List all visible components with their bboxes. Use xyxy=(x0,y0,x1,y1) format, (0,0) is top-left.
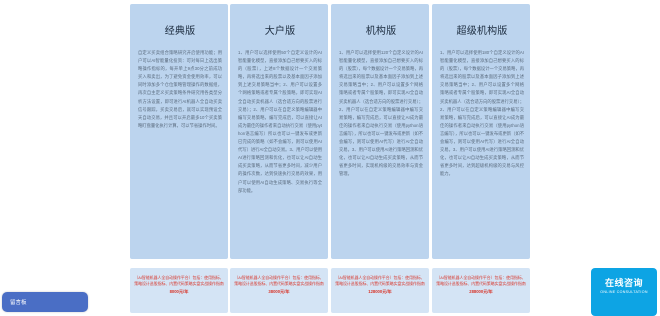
pricing-plans: 经典版 自定义买卖组合策略研究开启使用功能；用户可以AI智能量化投资：可对每日上… xyxy=(0,0,660,313)
plan-card: 超级机构版 1、用户可以选择使用180个自定义设计的AI智能量化模型，直接添加自… xyxy=(432,4,530,259)
plan-price: 288000元/年 xyxy=(469,289,493,295)
message-board-button[interactable]: 留言板 xyxy=(2,292,88,312)
consultation-title: 在线咨询 xyxy=(604,278,643,288)
plan-card: 经典版 自定义买卖组合策略研究开启使用功能；用户可以AI智能量化投资：可对每日上… xyxy=(130,4,228,259)
plan-title: 经典版 xyxy=(164,26,196,37)
plan-price-box[interactable]: （AI智能机器人全自动操作平台）包括：使用指标、策略设计选股指标、内置代码策略实… xyxy=(432,268,530,313)
plan-card: 机构版 1、用户可以选择使用120个自定义设计的AI智能量化模型，直接添加自己想… xyxy=(331,4,429,259)
message-board-label: 留言板 xyxy=(10,300,27,306)
plan-price-box[interactable]: （AI智能机器人全自动操作平台）包括：使用指标、策略设计选股指标、内置代码策略实… xyxy=(230,268,328,313)
plan-title: 大户版 xyxy=(264,26,296,37)
plan-card: 大户版 1、用户可以选择使用50个自定义设计的AI智能量化模型，直接添加自己想要… xyxy=(230,4,328,259)
plan-price: 38000元/年 xyxy=(268,289,290,295)
plan-price-box[interactable]: （AI智能机器人全自动操作平台）包括：使用指标、策略设计选股指标、内置代码策略实… xyxy=(331,268,429,313)
plan-price-note: （AI智能机器人全自动操作平台）包括：使用指标、策略设计选股指标、内置代码策略实… xyxy=(134,275,224,287)
plan-price-note: （AI智能机器人全自动操作平台）包括：使用指标、策略设计选股指标、内置代码策略实… xyxy=(234,275,324,287)
plan-price: 128000元/年 xyxy=(368,289,392,295)
plan-title: 机构版 xyxy=(365,26,397,37)
plan-description: 自定义买卖组合策略研究开启使用功能；用户可以AI智能量化投资：可对每日上选出策略… xyxy=(138,50,222,128)
plan-price-box[interactable]: （AI智能机器人全自动操作平台）包括：使用指标、策略设计选股指标、内置代码策略实… xyxy=(130,268,228,313)
plan-price-note: （AI智能机器人全自动操作平台）包括：使用指标、策略设计选股指标、内置代码策略实… xyxy=(436,275,526,287)
plan-price-note: （AI智能机器人全自动操作平台）包括：使用指标、策略设计选股指标、内置代码策略实… xyxy=(335,275,425,287)
plan-description: 1、用户可以选择使用50个自定义设计的AI智能量化模型，直接添加自己想要买入的标… xyxy=(238,50,322,193)
plan-price: 8000元/年 xyxy=(169,289,189,295)
plan-description: 1、用户可以选择使用180个自定义设计的AI智能量化模型，直接添加自己想要买入的… xyxy=(440,50,524,177)
plan-description: 1、用户可以选择使用120个自定义设计的AI智能量化模型，直接添加自己想要买入的… xyxy=(339,50,423,177)
plan-title: 超级机构版 xyxy=(456,26,508,37)
consultation-subtitle: ONLINE CONSULTATION xyxy=(600,290,648,294)
online-consultation-button[interactable]: 在线咨询 ONLINE CONSULTATION xyxy=(591,268,657,316)
